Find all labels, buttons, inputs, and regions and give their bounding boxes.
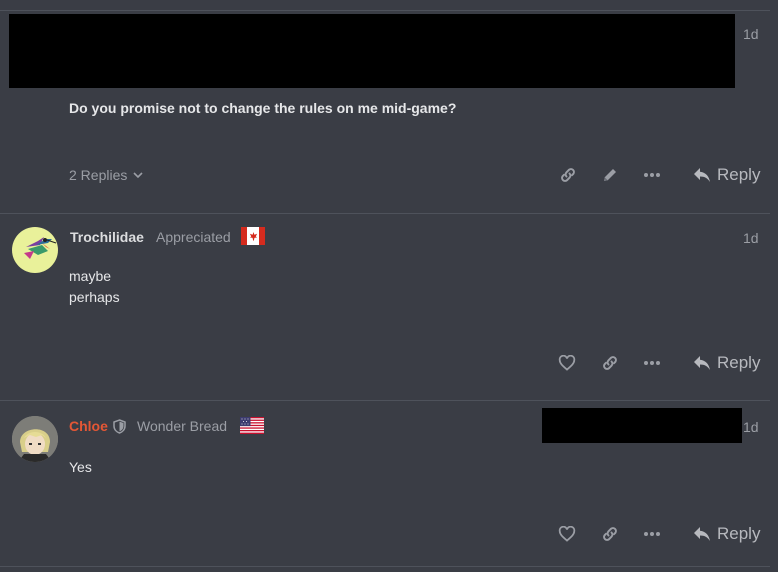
ellipsis-icon [644,532,660,536]
user-title: Wonder Bread [137,418,228,434]
link-icon [561,168,575,182]
post-divider [0,400,770,401]
canada-flag-icon [241,227,265,245]
post-age[interactable]: 1d [743,419,759,435]
reply-arrow-icon [694,527,710,541]
post-divider [0,566,770,567]
post-age[interactable]: 1d [743,230,759,246]
username[interactable]: Chloe [69,418,108,434]
avatar[interactable] [12,227,58,273]
replies-count: 2 Replies [69,167,128,183]
username[interactable]: Trochilidae [70,229,144,245]
hummingbird-avatar-icon [24,237,57,259]
reply-label: Reply [717,353,761,372]
user-title: Appreciated [156,229,231,245]
reply-arrow-icon [694,168,710,182]
post-body-line: maybe [69,268,112,284]
copy-link-button[interactable] [557,164,579,186]
copy-link-button[interactable] [599,523,621,545]
copy-link-button[interactable] [599,352,621,374]
shield-icon [113,419,126,439]
ellipsis-icon [644,173,660,177]
pencil-icon [604,169,616,181]
post-divider [0,213,770,214]
ellipsis-icon [644,361,660,365]
post-body: Yes [69,459,92,475]
link-icon [603,356,617,370]
more-actions-button[interactable] [641,523,663,545]
post-body-line: perhaps [69,289,120,305]
like-button[interactable] [556,523,578,545]
us-flag-icon [240,417,264,439]
heart-icon [558,526,576,542]
redacted-info [542,408,742,443]
post-body: Do you promise not to change the rules o… [69,100,457,116]
reply-button[interactable]: Reply [693,524,760,544]
link-icon [603,527,617,541]
reply-label: Reply [717,524,761,543]
post-age[interactable]: 1d [743,26,759,42]
reply-label: Reply [717,165,761,184]
redacted-header [9,14,735,88]
more-actions-button[interactable] [641,352,663,374]
anime-character-avatar-icon [12,416,58,462]
post-body: maybe perhaps [69,266,120,308]
like-button[interactable] [556,352,578,374]
reply-button[interactable]: Reply [693,165,760,185]
heart-icon [558,355,576,371]
post-divider [0,10,770,11]
reply-button[interactable]: Reply [693,353,760,373]
reply-arrow-icon [694,356,710,370]
chevron-down-icon [133,172,143,179]
more-actions-button[interactable] [641,164,663,186]
avatar[interactable] [12,416,58,462]
replies-toggle-button[interactable]: 2 Replies [69,167,144,183]
edit-button[interactable] [599,164,621,186]
